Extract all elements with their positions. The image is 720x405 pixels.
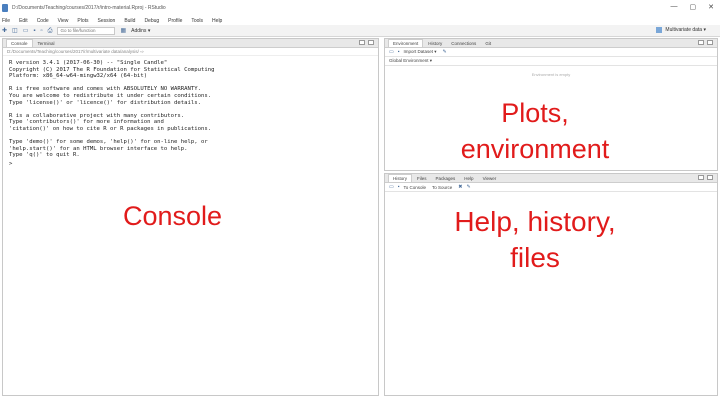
menu-session[interactable]: Session — [98, 18, 116, 24]
console-annotation-text: Console — [122, 201, 223, 231]
help-annotation-line2: files — [510, 242, 560, 273]
console-pane-controls — [359, 40, 374, 45]
help-annotation-line1: Help, history, — [454, 206, 616, 237]
save-all-icon[interactable]: ▫ — [41, 28, 43, 34]
open-project-icon[interactable]: ◫ — [12, 28, 18, 34]
maximize-icon[interactable]: ▢ — [690, 3, 697, 11]
environment-pane-controls — [698, 40, 713, 45]
main-toolbar: ✚ ◫ ▭ ▪ ▫ ⎙ ▦ Addins ▾ Multivariate data… — [0, 25, 720, 37]
tab-git[interactable]: Git — [481, 40, 495, 47]
rstudio-app-icon — [2, 4, 8, 12]
environment-tab-bar: Environment History Connections Git — [385, 39, 717, 48]
goto-file-input[interactable] — [57, 26, 116, 35]
console-line: R version 3.4.1 (2017-06-30) -- "Single … — [9, 60, 168, 66]
import-dataset-button[interactable]: Import Dataset ▾ — [404, 49, 437, 55]
tab-viewer[interactable]: Viewer — [479, 175, 501, 182]
save-history-icon[interactable]: ▪ — [398, 184, 400, 190]
environment-empty-message: Environment is empty — [531, 72, 571, 77]
console-working-directory: D:/Documents/Teaching/courses/2017/r/mul… — [3, 48, 378, 56]
minimize-pane-icon[interactable] — [359, 40, 365, 45]
console-line: Copyright (C) 2017 The R Foundation for … — [9, 66, 215, 73]
grid-icon[interactable]: ▦ — [120, 28, 126, 34]
console-line: Platform: x86_64-w64-mingw32/x64 (64-bit… — [9, 73, 148, 80]
tab-terminal[interactable]: Terminal — [34, 40, 59, 47]
console-line: 'citation()' on how to cite R or R packa… — [9, 125, 212, 132]
tab-history[interactable]: History — [388, 174, 413, 182]
plots-annotation-line2: environment — [460, 134, 610, 164]
open-icon[interactable]: ▭ — [389, 184, 394, 190]
to-console-button[interactable]: To Console — [404, 185, 427, 190]
history-toolbar: ▭ ▪ To Console To Source ✖ ✎ — [385, 183, 717, 192]
tab-history[interactable]: History — [424, 40, 446, 47]
title-bar: D:/Documents/Teaching/courses/2017/r/int… — [0, 0, 720, 16]
console-tab-bar: Console Terminal — [3, 39, 378, 48]
minimize-icon[interactable]: — — [671, 3, 678, 11]
maximize-pane-icon[interactable] — [368, 40, 374, 45]
project-name: Multivariate data ▾ — [665, 27, 706, 33]
tab-connections[interactable]: Connections — [447, 40, 480, 47]
save-icon[interactable]: ▪ — [33, 28, 35, 34]
console-output[interactable]: R version 3.4.1 (2017-06-30) -- "Single … — [3, 56, 378, 159]
open-icon[interactable]: ▭ — [389, 49, 394, 55]
menu-file[interactable]: File — [2, 18, 10, 24]
menu-plots[interactable]: Plots — [77, 18, 88, 24]
global-environment-select[interactable]: Global Environment ▾ — [389, 58, 432, 64]
menu-debug[interactable]: Debug — [144, 18, 159, 24]
console-line: R is free software and comes with ABSOLU… — [9, 86, 201, 93]
menu-build[interactable]: Build — [124, 18, 135, 24]
delete-icon[interactable]: ✖ — [458, 184, 462, 190]
files-tab-bar: History Files Packages Help Viewer — [385, 174, 717, 183]
menu-code[interactable]: Code — [37, 18, 49, 24]
save-workspace-icon[interactable]: ▪ — [398, 49, 400, 55]
maximize-pane-icon[interactable] — [707, 175, 713, 180]
console-line: Type 'q()' to quit R. — [9, 152, 80, 159]
menu-bar: File Edit Code View Plots Session Build … — [0, 16, 720, 25]
broom-icon[interactable]: ✎ — [467, 184, 471, 190]
minimize-pane-icon[interactable] — [698, 175, 704, 180]
open-file-icon[interactable]: ▭ — [23, 28, 29, 34]
tab-environment[interactable]: Environment — [388, 39, 424, 47]
broom-icon[interactable]: ✎ — [443, 49, 447, 55]
console-prompt[interactable]: > — [3, 161, 378, 167]
files-pane-controls — [698, 175, 713, 180]
addins-menu[interactable]: Addins ▾ — [131, 28, 150, 34]
plots-environment-annotation: Plots, environment — [430, 95, 640, 167]
menu-help[interactable]: Help — [212, 18, 222, 24]
plots-annotation-line1: Plots, — [501, 98, 569, 128]
environment-scope-bar: Global Environment ▾ — [385, 57, 717, 66]
console-line: Type 'contributors()' for more informati… — [9, 119, 164, 126]
menu-view[interactable]: View — [58, 18, 69, 24]
help-history-files-annotation: Help, history, files — [430, 204, 640, 276]
print-icon[interactable]: ⎙ — [48, 28, 53, 34]
console-line: R is a collaborative project with many c… — [9, 112, 185, 119]
window-controls: — ▢ ✕ — [671, 3, 715, 11]
console-line: Type 'license()' or 'licence()' for dist… — [9, 99, 201, 106]
maximize-pane-icon[interactable] — [707, 40, 713, 45]
tab-help[interactable]: Help — [460, 175, 477, 182]
tab-files[interactable]: Files — [413, 175, 431, 182]
menu-tools[interactable]: Tools — [191, 18, 203, 24]
project-menu[interactable]: Multivariate data ▾ — [656, 27, 706, 33]
tab-console[interactable]: Console — [6, 39, 33, 47]
window-title: D:/Documents/Teaching/courses/2017/r/int… — [12, 5, 166, 11]
console-annotation: Console — [100, 200, 245, 232]
tab-packages[interactable]: Packages — [432, 175, 460, 182]
console-line: You are welcome to redistribute it under… — [9, 92, 212, 99]
menu-profile[interactable]: Profile — [168, 18, 182, 24]
menu-edit[interactable]: Edit — [19, 18, 28, 24]
to-source-button[interactable]: To Source — [432, 185, 452, 190]
project-cube-icon — [656, 27, 663, 33]
environment-toolbar: ▭ ▪ Import Dataset ▾ ✎ — [385, 48, 717, 57]
console-line: Type 'demo()' for some demos, 'help()' f… — [9, 139, 208, 146]
minimize-pane-icon[interactable] — [698, 40, 704, 45]
close-icon[interactable]: ✕ — [708, 3, 714, 11]
console-line: 'help.start()' for an HTML browser inter… — [9, 145, 188, 152]
new-file-icon[interactable]: ✚ — [2, 28, 7, 34]
